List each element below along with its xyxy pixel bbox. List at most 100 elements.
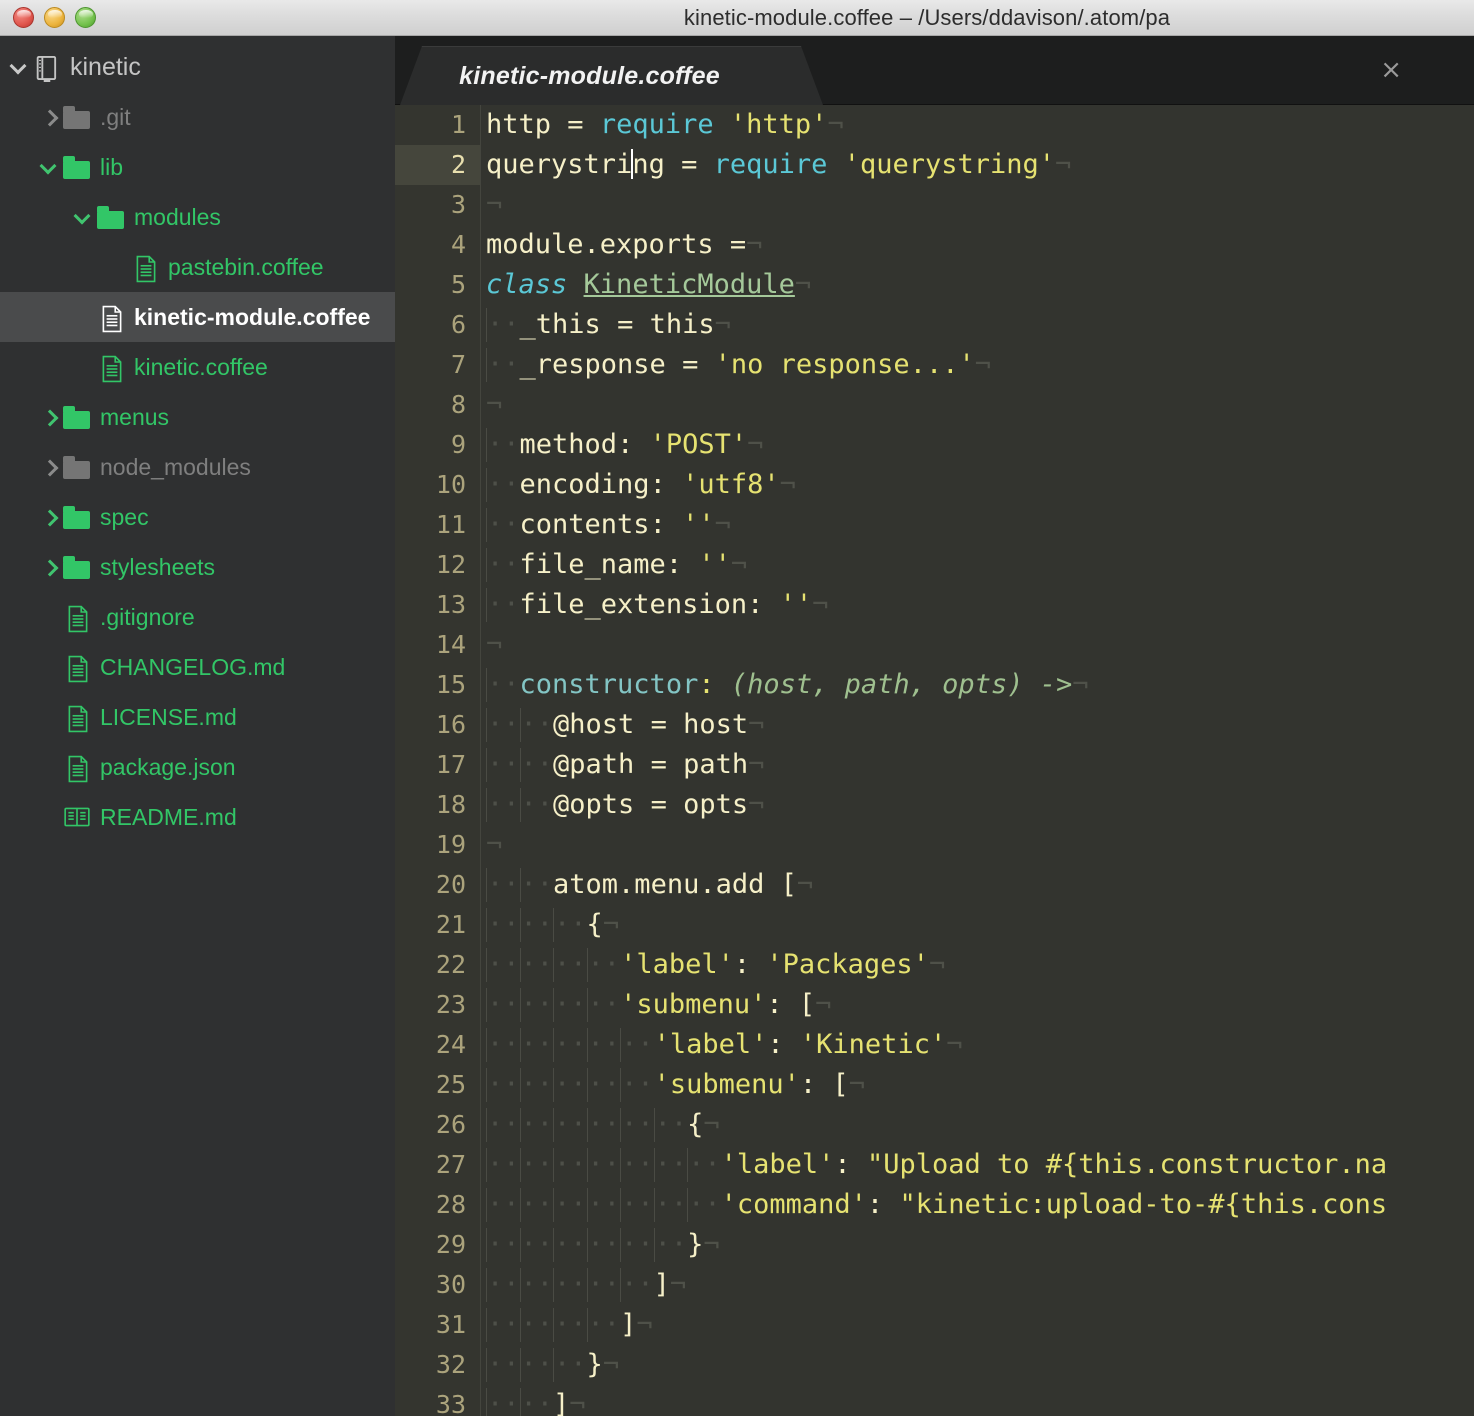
line-content[interactable]: ··············'label': "Upload to #{this… bbox=[480, 1145, 1474, 1185]
tree-item-modules[interactable]: modules bbox=[0, 192, 395, 242]
editor-line[interactable]: 25 ··········'submenu': [¬ bbox=[395, 1065, 1474, 1105]
line-content[interactable]: ········]¬ bbox=[480, 1305, 1474, 1345]
tree-item-menus[interactable]: menus bbox=[0, 392, 395, 442]
editor-line[interactable]: 30 ··········]¬ bbox=[395, 1265, 1474, 1305]
folder-icon bbox=[60, 102, 94, 132]
tree-item-stylesheets[interactable]: stylesheets bbox=[0, 542, 395, 592]
line-content[interactable]: ··encoding: 'utf8'¬ bbox=[480, 465, 1474, 505]
tree-item-changelog-md[interactable]: CHANGELOG.md bbox=[0, 642, 395, 692]
editor-line[interactable]: 24 ··········'label': 'Kinetic'¬ bbox=[395, 1025, 1474, 1065]
tree-item-package-json[interactable]: package.json bbox=[0, 742, 395, 792]
line-content[interactable]: class KineticModule¬ bbox=[480, 265, 1474, 305]
editor-line[interactable]: 2 querystring = require 'querystring'¬ bbox=[395, 145, 1474, 185]
line-content[interactable]: ······{¬ bbox=[480, 905, 1474, 945]
editor-line[interactable]: 17 ····@path = path¬ bbox=[395, 745, 1474, 785]
line-content[interactable]: ··file_name: ''¬ bbox=[480, 545, 1474, 585]
line-content[interactable]: ············{¬ bbox=[480, 1105, 1474, 1145]
editor-line[interactable]: 23 ········'submenu': [¬ bbox=[395, 985, 1474, 1025]
line-number: 9 bbox=[395, 425, 480, 465]
editor-line[interactable]: 6 ··_this = this¬ bbox=[395, 305, 1474, 345]
line-content[interactable]: ··method: 'POST'¬ bbox=[480, 425, 1474, 465]
file-icon bbox=[60, 652, 94, 683]
editor-line[interactable]: 21 ······{¬ bbox=[395, 905, 1474, 945]
tree-item-project-root[interactable]: kinetic bbox=[0, 42, 395, 92]
editor-line[interactable]: 22 ········'label': 'Packages'¬ bbox=[395, 945, 1474, 985]
line-number: 15 bbox=[395, 665, 480, 705]
line-content[interactable]: ¬ bbox=[480, 825, 1474, 865]
tree-item-label: spec bbox=[100, 503, 149, 530]
editor-line[interactable]: 29 ············}¬ bbox=[395, 1225, 1474, 1265]
tree-item-label: .gitignore bbox=[100, 603, 195, 630]
editor-line[interactable]: 14 ¬ bbox=[395, 625, 1474, 665]
editor-line[interactable]: 3 ¬ bbox=[395, 185, 1474, 225]
line-content[interactable]: ····@host = host¬ bbox=[480, 705, 1474, 745]
line-content[interactable]: ····]¬ bbox=[480, 1385, 1474, 1416]
editor-line[interactable]: 8 ¬ bbox=[395, 385, 1474, 425]
tree-item-spec[interactable]: spec bbox=[0, 492, 395, 542]
tree-item-kinetic-coffee[interactable]: kinetic.coffee bbox=[0, 342, 395, 392]
line-content[interactable]: ¬ bbox=[480, 185, 1474, 225]
line-content[interactable]: ····atom.menu.add [¬ bbox=[480, 865, 1474, 905]
code-editor[interactable]: 1 http = require 'http'¬ 2 querystring = re… bbox=[395, 105, 1474, 1416]
editor-line[interactable]: 26 ············{¬ bbox=[395, 1105, 1474, 1145]
line-number: 10 bbox=[395, 465, 480, 505]
tree-item-lib[interactable]: lib bbox=[0, 142, 395, 192]
line-content[interactable]: ··············'command': "kinetic:upload… bbox=[480, 1185, 1474, 1225]
line-number: 28 bbox=[395, 1185, 480, 1225]
editor-line[interactable]: 18 ····@opts = opts¬ bbox=[395, 785, 1474, 825]
line-content[interactable]: module.exports =¬ bbox=[480, 225, 1474, 265]
editor-line[interactable]: 4 module.exports =¬ bbox=[395, 225, 1474, 265]
editor-line[interactable]: 1 http = require 'http'¬ bbox=[395, 105, 1474, 145]
editor-line[interactable]: 11 ··contents: ''¬ bbox=[395, 505, 1474, 545]
tree-item-pastebin-coffee[interactable]: pastebin.coffee bbox=[0, 242, 395, 292]
line-number: 21 bbox=[395, 905, 480, 945]
editor-line[interactable]: 19 ¬ bbox=[395, 825, 1474, 865]
tree-item-license-md[interactable]: LICENSE.md bbox=[0, 692, 395, 742]
line-number: 19 bbox=[395, 825, 480, 865]
tree-view-sidebar[interactable]: kinetic .git lib modules pastebin.coffee k… bbox=[0, 36, 395, 1416]
editor-line[interactable]: 33 ····]¬ bbox=[395, 1385, 1474, 1416]
line-content[interactable]: ··file_extension: ''¬ bbox=[480, 585, 1474, 625]
line-content[interactable]: ········'label': 'Packages'¬ bbox=[480, 945, 1474, 985]
tree-item-readme-md[interactable]: README.md bbox=[0, 792, 395, 842]
tree-item-node-modules[interactable]: node_modules bbox=[0, 442, 395, 492]
editor-line[interactable]: 9 ··method: 'POST'¬ bbox=[395, 425, 1474, 465]
editor-line[interactable]: 28 ··············'command': "kinetic:uplo… bbox=[395, 1185, 1474, 1225]
close-icon[interactable]: × bbox=[1380, 57, 1402, 83]
line-content[interactable]: ··········'submenu': [¬ bbox=[480, 1065, 1474, 1105]
tree-item-git[interactable]: .git bbox=[0, 92, 395, 142]
line-content[interactable]: ····@opts = opts¬ bbox=[480, 785, 1474, 825]
editor-line[interactable]: 5 class KineticModule¬ bbox=[395, 265, 1474, 305]
editor-line[interactable]: 20 ····atom.menu.add [¬ bbox=[395, 865, 1474, 905]
line-content[interactable]: ··constructor: (host, path, opts) ->¬ bbox=[480, 665, 1474, 705]
line-content[interactable]: ········'submenu': [¬ bbox=[480, 985, 1474, 1025]
editor-line[interactable]: 27 ··············'label': "Upload to #{th… bbox=[395, 1145, 1474, 1185]
line-content[interactable]: ······}¬ bbox=[480, 1345, 1474, 1385]
file-icon bbox=[94, 352, 128, 383]
editor-line[interactable]: 13 ··file_extension: ''¬ bbox=[395, 585, 1474, 625]
text-cursor bbox=[631, 149, 634, 179]
editor-line[interactable]: 10 ··encoding: 'utf8'¬ bbox=[395, 465, 1474, 505]
line-content[interactable]: ¬ bbox=[480, 625, 1474, 665]
line-content[interactable]: ············}¬ bbox=[480, 1225, 1474, 1265]
editor-line[interactable]: 16 ····@host = host¬ bbox=[395, 705, 1474, 745]
line-content[interactable]: ··_response = 'no response...'¬ bbox=[480, 345, 1474, 385]
editor-line[interactable]: 15 ··constructor: (host, path, opts) ->¬ bbox=[395, 665, 1474, 705]
tree-item-label: modules bbox=[134, 203, 221, 230]
editor-line[interactable]: 12 ··file_name: ''¬ bbox=[395, 545, 1474, 585]
line-content[interactable]: ··········'label': 'Kinetic'¬ bbox=[480, 1025, 1474, 1065]
line-content[interactable]: ··contents: ''¬ bbox=[480, 505, 1474, 545]
line-content[interactable]: ··········]¬ bbox=[480, 1265, 1474, 1305]
line-content[interactable]: ····@path = path¬ bbox=[480, 745, 1474, 785]
editor-line[interactable]: 7 ··_response = 'no response...'¬ bbox=[395, 345, 1474, 385]
line-content[interactable]: http = require 'http'¬ bbox=[480, 105, 1474, 145]
tree-item-gitignore[interactable]: .gitignore bbox=[0, 592, 395, 642]
tree-item-label: kinetic bbox=[70, 52, 141, 81]
editor-line[interactable]: 32 ······}¬ bbox=[395, 1345, 1474, 1385]
editor-line[interactable]: 31 ········]¬ bbox=[395, 1305, 1474, 1345]
line-content[interactable]: ¬ bbox=[480, 385, 1474, 425]
tab-kinetic-module-coffee[interactable]: kinetic-module.coffee bbox=[400, 46, 823, 105]
line-content[interactable]: ··_this = this¬ bbox=[480, 305, 1474, 345]
tree-item-kinetic-module-coffee[interactable]: kinetic-module.coffee bbox=[0, 292, 395, 342]
line-content[interactable]: querystring = require 'querystring'¬ bbox=[480, 145, 1474, 185]
